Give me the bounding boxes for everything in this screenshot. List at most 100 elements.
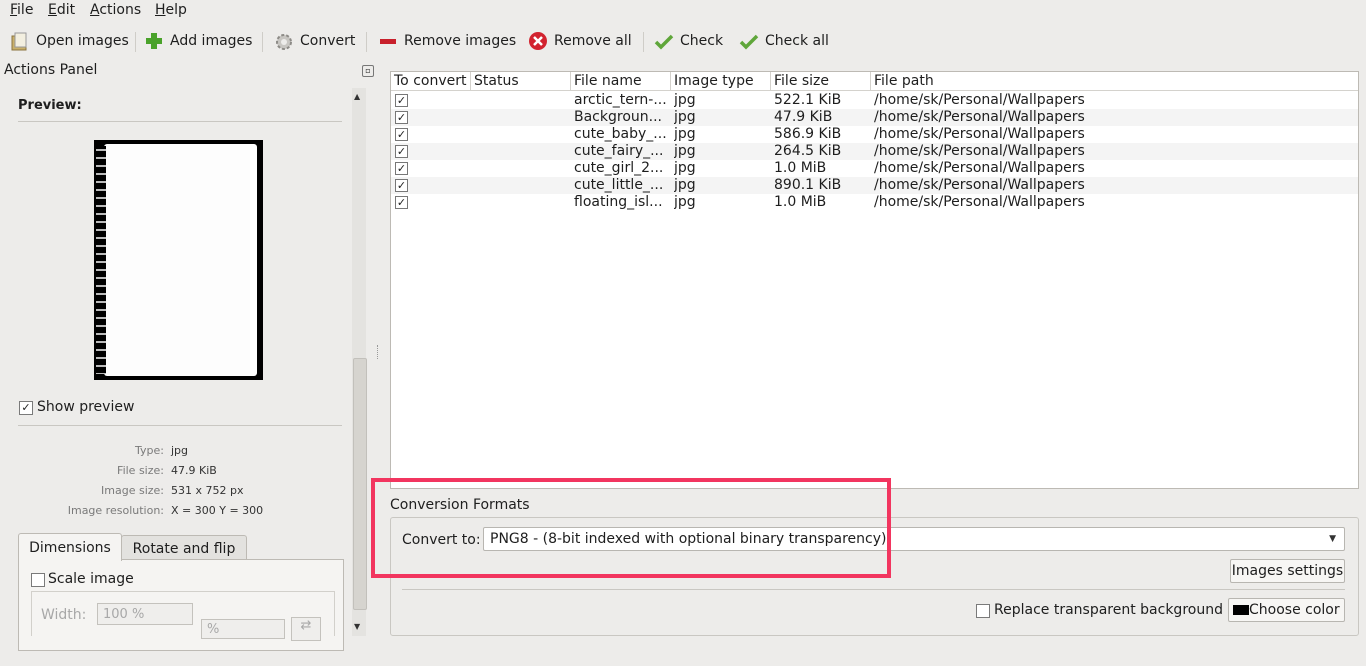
info-filesize-label: File size: [117, 464, 164, 477]
cell-file-path: /home/sk/Personal/Wallpapers [874, 143, 1085, 159]
plus-icon [144, 31, 164, 51]
toolbar-separator [262, 32, 263, 52]
highlight-box [371, 478, 891, 578]
choose-color-button[interactable]: Choose color [1228, 598, 1345, 622]
cell-file-name: Backgroun... [574, 109, 662, 125]
cell-file-size: 264.5 KiB [774, 143, 842, 159]
divider [18, 425, 342, 426]
images-settings-button[interactable]: Images settings [1230, 559, 1345, 583]
check-all-button[interactable]: Check all [739, 30, 829, 52]
col-status[interactable]: Status [471, 72, 571, 91]
show-preview-checkbox[interactable]: ✓ [19, 401, 33, 415]
cell-file-name: cute_girl_2... [574, 160, 664, 176]
tab-rotate-flip[interactable]: Rotate and flip [121, 535, 247, 562]
table-row[interactable]: ✓ cute_girl_2... jpg 1.0 MiB /home/sk/Pe… [391, 160, 1358, 177]
scroll-down-icon[interactable]: ▼ [354, 622, 360, 631]
unit-select[interactable]: % [201, 619, 285, 639]
actions-panel-scrollbar[interactable]: ▲ ▼ [352, 88, 367, 636]
float-panel-icon[interactable]: ▫ [362, 65, 374, 77]
preview-image [94, 140, 263, 380]
width-spinbox[interactable]: 100 % [97, 603, 193, 625]
menu-edit[interactable]: Edit [48, 2, 75, 18]
row-checkbox[interactable]: ✓ [395, 111, 408, 124]
divider [18, 121, 342, 122]
table-row[interactable]: ✓ cute_fairy_... jpg 264.5 KiB /home/sk/… [391, 143, 1358, 160]
images-table: To convert Status File name Image type F… [390, 71, 1359, 489]
cell-file-name: cute_little_... [574, 177, 664, 193]
minus-icon [378, 31, 398, 51]
info-resolution-label: Image resolution: [67, 504, 164, 517]
cell-file-name: cute_fairy_... [574, 143, 664, 159]
cell-file-path: /home/sk/Personal/Wallpapers [874, 160, 1085, 176]
info-type-label: Type: [135, 444, 164, 457]
width-value: 100 % [103, 607, 145, 622]
remove-images-label: Remove images [404, 33, 517, 49]
cell-file-path: /home/sk/Personal/Wallpapers [874, 126, 1085, 142]
cell-file-path: /home/sk/Personal/Wallpapers [874, 109, 1085, 125]
cell-file-name: cute_baby_... [574, 126, 667, 142]
remove-all-button[interactable]: Remove all [528, 30, 632, 52]
check-all-label: Check all [765, 33, 829, 49]
col-file-path[interactable]: File path [871, 72, 1358, 91]
remove-all-label: Remove all [554, 33, 632, 49]
row-checkbox[interactable]: ✓ [395, 162, 408, 175]
cell-file-name: arctic_tern-... [574, 92, 667, 108]
gear-icon [274, 31, 294, 51]
scroll-up-icon[interactable]: ▲ [354, 92, 360, 101]
convert-label: Convert [300, 33, 356, 49]
add-images-label: Add images [170, 33, 253, 49]
check-label: Check [680, 33, 724, 49]
row-checkbox[interactable]: ✓ [395, 94, 408, 107]
row-checkbox[interactable]: ✓ [395, 196, 408, 209]
info-filesize-value: 47.9 KiB [171, 464, 217, 477]
divider [402, 589, 1345, 590]
row-checkbox[interactable]: ✓ [395, 179, 408, 192]
tab-dimensions[interactable]: Dimensions [18, 533, 122, 561]
add-images-button[interactable]: Add images [144, 30, 252, 52]
table-row[interactable]: ✓ Backgroun... jpg 47.9 KiB /home/sk/Per… [391, 109, 1358, 126]
width-label: Width: [41, 607, 87, 623]
open-images-button[interactable]: Open images [10, 30, 129, 52]
cell-file-path: /home/sk/Personal/Wallpapers [874, 177, 1085, 193]
table-row[interactable]: ✓ cute_baby_... jpg 586.9 KiB /home/sk/P… [391, 126, 1358, 143]
cell-file-name: floating_isl... [574, 194, 663, 210]
close-circle-icon [528, 31, 548, 51]
chevron-down-icon: ▼ [1329, 534, 1336, 544]
open-images-label: Open images [36, 33, 129, 49]
menu-help[interactable]: Help [155, 2, 187, 18]
convert-button[interactable]: Convert [274, 30, 355, 52]
replace-bg-label: Replace transparent background [994, 602, 1223, 618]
link-ratio-button[interactable]: ⇄ [291, 617, 321, 641]
toolbar-separator [643, 32, 644, 52]
col-image-type[interactable]: Image type [671, 72, 771, 91]
cell-image-type: jpg [674, 160, 696, 176]
cell-file-size: 522.1 KiB [774, 92, 842, 108]
scale-image-checkbox[interactable] [31, 573, 45, 587]
menu-bar: File Edit Actions Help [0, 0, 1366, 22]
table-row[interactable]: ✓ arctic_tern-... jpg 522.1 KiB /home/sk… [391, 92, 1358, 109]
row-checkbox[interactable]: ✓ [395, 128, 408, 141]
scale-image-label: Scale image [48, 571, 134, 587]
info-imagesize-label: Image size: [101, 484, 164, 497]
row-checkbox[interactable]: ✓ [395, 145, 408, 158]
color-swatch-icon [1233, 605, 1249, 615]
menu-actions[interactable]: Actions [90, 2, 141, 18]
col-file-size[interactable]: File size [771, 72, 871, 91]
cell-file-path: /home/sk/Personal/Wallpapers [874, 194, 1085, 210]
table-row[interactable]: ✓ cute_little_... jpg 890.1 KiB /home/sk… [391, 177, 1358, 194]
cell-image-type: jpg [674, 92, 696, 108]
check-button[interactable]: Check [654, 30, 723, 52]
tab-rotate-flip-label: Rotate and flip [132, 541, 236, 557]
unit-value: % [207, 622, 220, 637]
cell-file-size: 1.0 MiB [774, 194, 827, 210]
panel-splitter[interactable] [377, 345, 380, 359]
col-to-convert[interactable]: To convert [391, 72, 471, 91]
remove-images-button[interactable]: Remove images [378, 30, 516, 52]
preview-label: Preview: [18, 98, 82, 113]
replace-bg-checkbox[interactable] [976, 604, 990, 618]
cell-file-size: 586.9 KiB [774, 126, 842, 142]
scrollbar-thumb[interactable] [353, 358, 367, 610]
menu-file[interactable]: File [10, 2, 33, 18]
table-row[interactable]: ✓ floating_isl... jpg 1.0 MiB /home/sk/P… [391, 194, 1358, 211]
col-file-name[interactable]: File name [571, 72, 671, 91]
